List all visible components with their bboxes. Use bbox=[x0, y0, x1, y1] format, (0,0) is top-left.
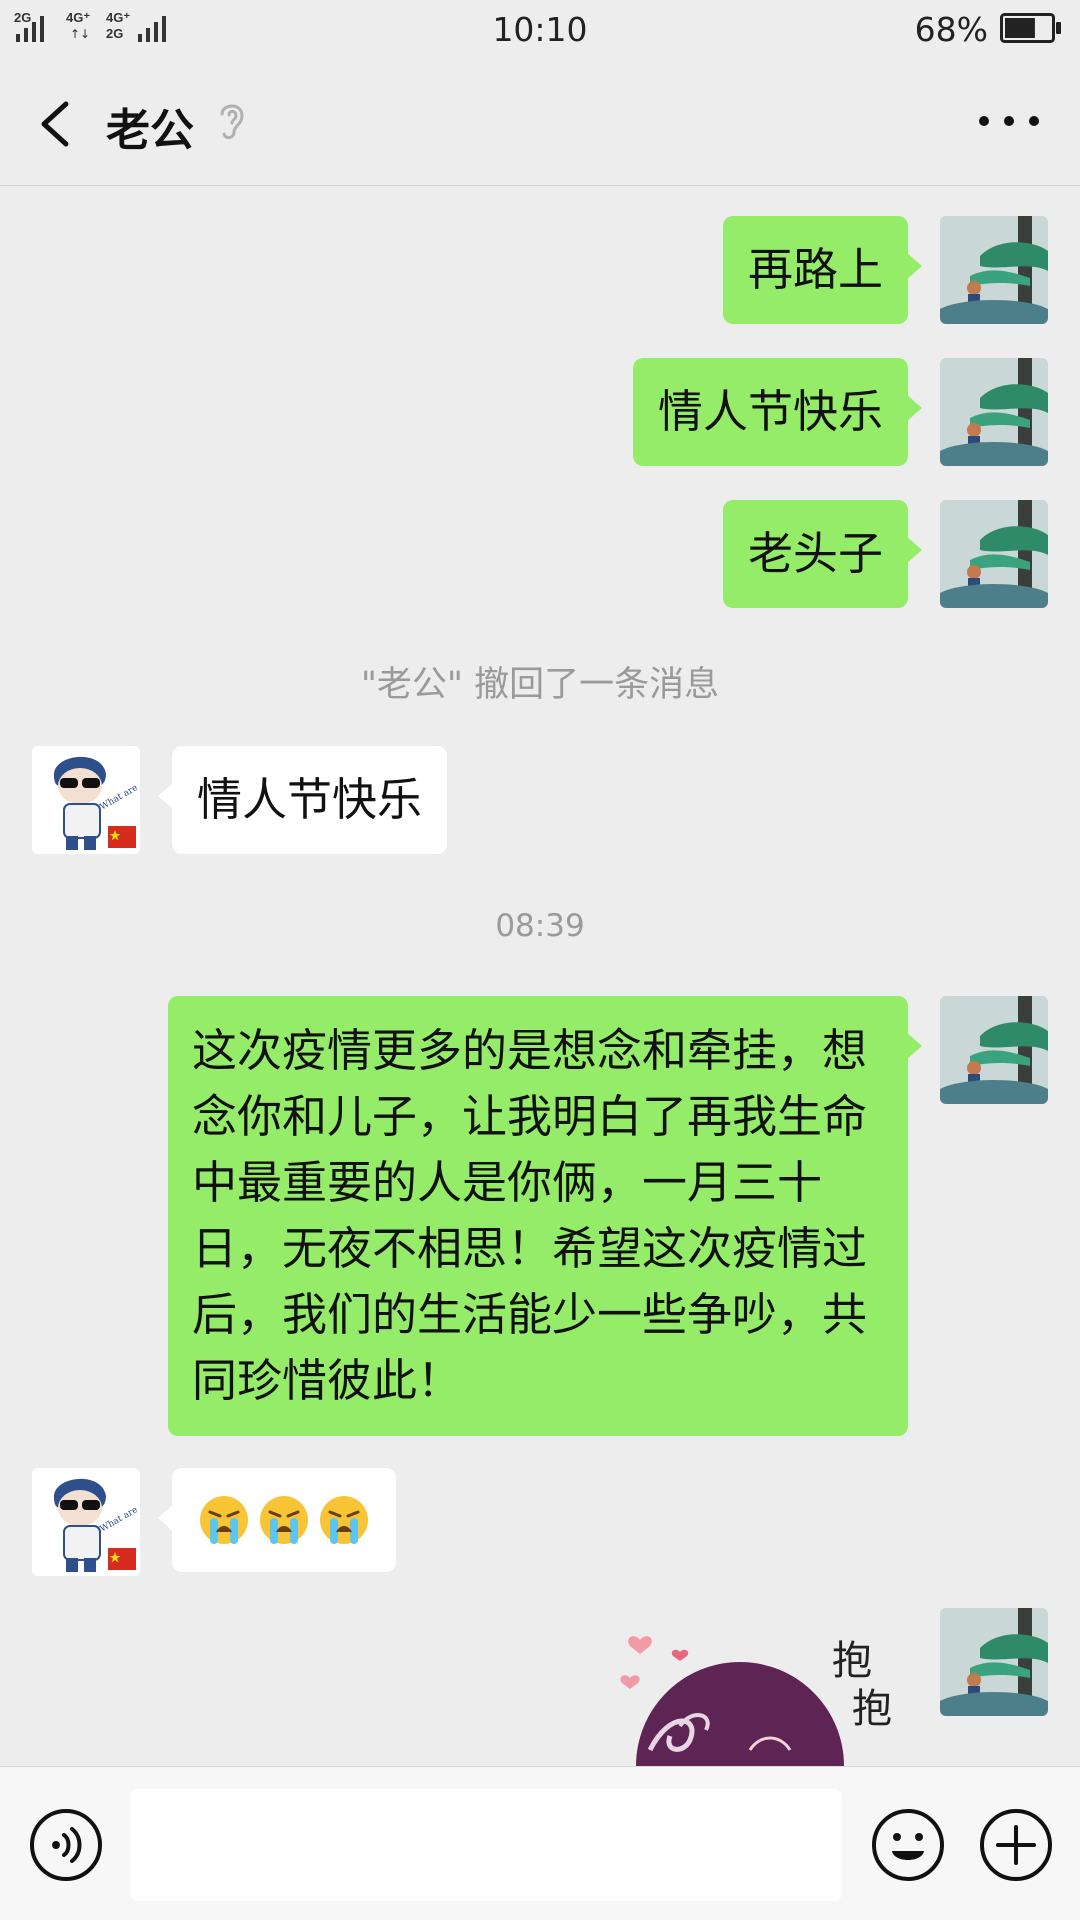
contact-avatar[interactable]: What are bbox=[32, 746, 140, 854]
crying-face-icon bbox=[320, 1496, 368, 1544]
message-input[interactable] bbox=[130, 1789, 842, 1901]
chat-title: 老公 bbox=[106, 105, 194, 156]
sticker-text-2: 抱 bbox=[852, 1686, 892, 1732]
self-avatar[interactable] bbox=[940, 996, 1048, 1104]
battery-percent: 68% bbox=[914, 10, 988, 49]
contact-avatar[interactable]: What are bbox=[32, 1468, 140, 1576]
self-avatar[interactable] bbox=[940, 1608, 1048, 1716]
recall-notice: "老公" 撤回了一条消息 bbox=[360, 665, 720, 705]
self-avatar[interactable] bbox=[940, 216, 1048, 324]
self-avatar[interactable] bbox=[940, 358, 1048, 466]
contact-avatar-image: What are bbox=[32, 1468, 140, 1576]
message-text: 再路上 bbox=[747, 243, 883, 296]
chat-header: 老公 bbox=[0, 58, 1080, 186]
message-bubble-self[interactable]: 这次疫情更多的是想念和牵挂，想念你和儿子，让我明白了再我生命中最重要的人是你俩，… bbox=[168, 996, 922, 1436]
voice-icon[interactable] bbox=[28, 1807, 104, 1883]
message-bubble-other[interactable]: 情人节快乐 bbox=[157, 746, 448, 854]
battery-icon bbox=[1000, 13, 1061, 43]
sticker-hug[interactable]: 抱 抱 bbox=[620, 1630, 910, 1766]
sticker-text-1: 抱 bbox=[832, 1638, 872, 1684]
status-bar: 2G 4G⁺ ↑↓ 4G⁺ 2G 10:10 68% bbox=[0, 0, 1080, 58]
message-text: 这次疫情更多的是想念和牵挂，想念你和儿子，让我明白了再我生命中最重要的人是你俩，… bbox=[192, 1024, 868, 1407]
message-text: 情人节快乐 bbox=[657, 385, 883, 438]
plus-icon[interactable] bbox=[978, 1807, 1054, 1883]
hug-sticker-image: 抱 抱 bbox=[620, 1636, 892, 1766]
ear-icon bbox=[220, 104, 244, 140]
more-dots-icon[interactable] bbox=[974, 106, 1044, 136]
message-bubble-self[interactable]: 再路上 bbox=[722, 216, 923, 324]
message-text: 情人节快乐 bbox=[197, 773, 423, 826]
message-bubble-self[interactable]: 情人节快乐 bbox=[632, 358, 923, 466]
self-avatar[interactable] bbox=[940, 500, 1048, 608]
contact-avatar-image: What are bbox=[32, 746, 140, 854]
message-text: 老头子 bbox=[747, 527, 883, 580]
back-chevron-icon[interactable] bbox=[28, 92, 84, 156]
self-avatar-image bbox=[940, 1608, 1048, 1716]
timestamp: 08:39 bbox=[495, 908, 585, 944]
crying-face-icon bbox=[260, 1496, 308, 1544]
emoji-row bbox=[198, 1494, 370, 1546]
emoji-icon[interactable] bbox=[870, 1807, 946, 1883]
message-bubble-self[interactable]: 老头子 bbox=[722, 500, 923, 608]
crying-face-icon bbox=[200, 1496, 248, 1544]
self-avatar-image bbox=[940, 358, 1048, 466]
message-bubble-other[interactable] bbox=[158, 1468, 396, 1572]
input-bar bbox=[0, 1766, 1080, 1920]
self-avatar-image bbox=[940, 500, 1048, 608]
self-avatar-image bbox=[940, 996, 1048, 1104]
self-avatar-image bbox=[940, 216, 1048, 324]
